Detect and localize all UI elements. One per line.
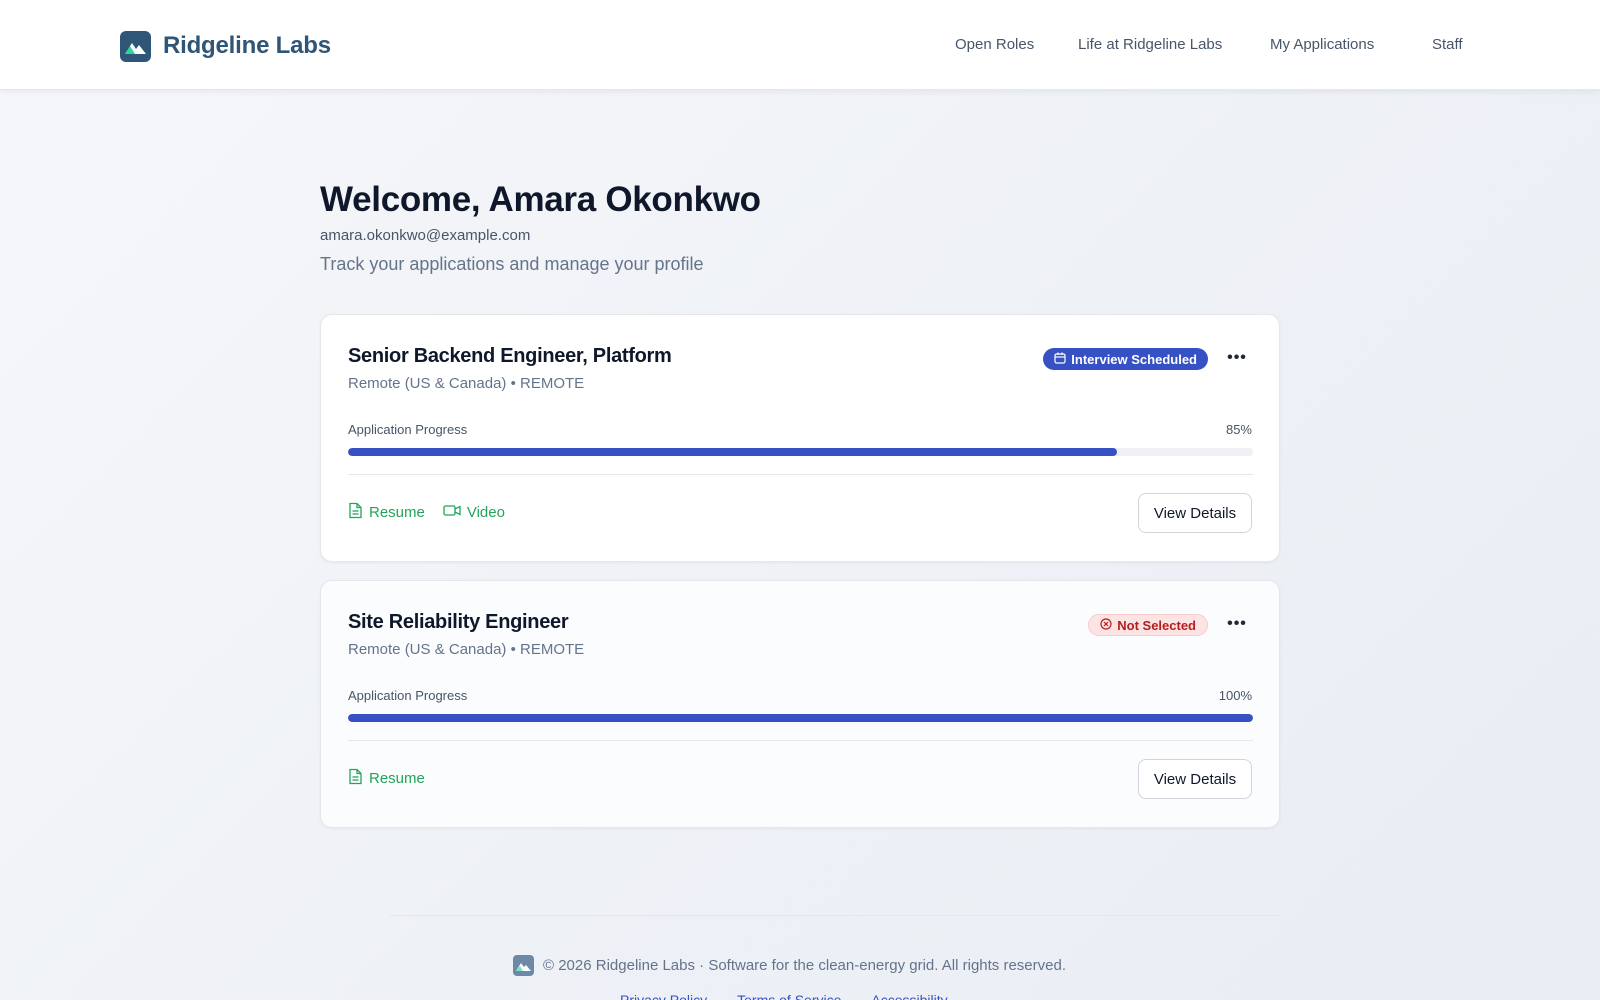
attachments: Resume Video <box>348 501 505 523</box>
job-location: Remote (US & Canada) • REMOTE <box>348 641 585 658</box>
nav-life-at-ridgeline[interactable]: Life at Ridgeline Labs <box>1078 36 1222 53</box>
nav-staff[interactable]: Staff <box>1432 36 1463 53</box>
terms-of-service-link[interactable]: Terms of Service <box>737 992 841 1000</box>
progress-bar <box>348 448 1253 456</box>
application-card: Site Reliability Engineer Remote (US & C… <box>320 580 1280 828</box>
footer: © 2026 Ridgeline Labs · Software for the… <box>513 954 1066 976</box>
resume-label: Resume <box>369 503 425 521</box>
progress-percent: 85% <box>1225 422 1252 437</box>
progress-label: Application Progress <box>348 422 468 437</box>
document-icon <box>348 768 363 789</box>
progress-bar <box>348 714 1253 722</box>
status-badge: Interview Scheduled <box>1043 348 1208 370</box>
nav-open-roles[interactable]: Open Roles <box>955 36 1034 53</box>
application-card: Senior Backend Engineer, Platform Remote… <box>320 314 1280 562</box>
accessibility-link[interactable]: Accessibility <box>871 992 947 1000</box>
document-icon <box>348 502 363 523</box>
attachments: Resume <box>348 767 425 789</box>
mountain-logo-icon <box>513 954 534 976</box>
calendar-icon <box>1054 352 1066 367</box>
footer-links: Privacy Policy Terms of Service Accessib… <box>620 992 948 1000</box>
user-email: amara.okonkwo@example.com <box>320 227 531 244</box>
job-title: Senior Backend Engineer, Platform <box>348 345 672 367</box>
job-title: Site Reliability Engineer <box>348 611 569 633</box>
divider <box>348 474 1253 475</box>
status-badge: Not Selected <box>1088 614 1208 636</box>
resume-link[interactable]: Resume <box>348 502 425 523</box>
brand[interactable]: Ridgeline Labs <box>120 30 331 62</box>
footer-divider <box>390 915 1280 916</box>
more-options-icon[interactable]: ••• <box>1222 611 1252 637</box>
progress-bar-fill <box>348 448 1118 456</box>
status-badge-label: Not Selected <box>1117 617 1196 633</box>
progress-bar-fill <box>348 714 1253 722</box>
video-link[interactable]: Video <box>443 504 505 521</box>
divider <box>348 740 1253 741</box>
status-badge-label: Interview Scheduled <box>1071 351 1197 367</box>
view-details-button[interactable]: View Details <box>1138 759 1252 799</box>
mountain-logo-icon <box>120 30 151 62</box>
page-title: Welcome, Amara Okonkwo <box>320 180 761 219</box>
progress-percent: 100% <box>1218 688 1252 703</box>
more-options-icon[interactable]: ••• <box>1222 345 1252 371</box>
video-label: Video <box>466 503 505 521</box>
privacy-policy-link[interactable]: Privacy Policy <box>620 992 707 1000</box>
progress-label: Application Progress <box>348 688 468 703</box>
resume-link[interactable]: Resume <box>348 768 425 789</box>
job-location: Remote (US & Canada) • REMOTE <box>348 375 585 392</box>
x-circle-icon <box>1100 617 1112 633</box>
top-navigation-bar: Ridgeline Labs Open Roles Life at Ridgel… <box>0 0 1600 90</box>
footer-copyright: © 2026 Ridgeline Labs · Software for the… <box>543 956 1066 974</box>
view-details-button[interactable]: View Details <box>1138 493 1252 533</box>
resume-label: Resume <box>369 769 425 787</box>
brand-name: Ridgeline Labs <box>163 32 331 59</box>
video-icon <box>443 504 461 521</box>
page-subtitle: Track your applications and manage your … <box>320 254 704 274</box>
nav-my-applications[interactable]: My Applications <box>1270 36 1374 53</box>
